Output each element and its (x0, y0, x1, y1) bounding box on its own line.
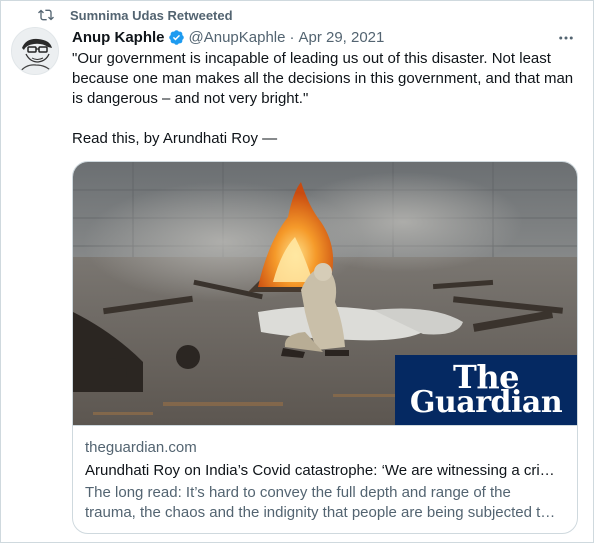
avatar-illustration (12, 28, 58, 74)
tweet-text-paragraph: Read this, by Arundhati Roy — (72, 130, 278, 147)
guardian-logo: The Guardian (395, 355, 577, 425)
avatar[interactable] (11, 27, 59, 75)
card-domain: theguardian.com (85, 439, 197, 456)
card-meta[interactable]: theguardian.com Arundhati Roy on India’s… (85, 438, 565, 523)
retweet-context[interactable]: Sumnima Udas Retweeted (38, 7, 233, 23)
separator-dot: · (289, 28, 295, 46)
tweet-date[interactable]: Apr 29, 2021 (298, 29, 384, 46)
author-handle[interactable]: @AnupKaphle (189, 29, 286, 46)
tweet-text-paragraph: "Our government is incapable of leading … (72, 50, 574, 107)
tweet-container[interactable]: Sumnima Udas Retweeted Anup Kaphle @Anup… (0, 0, 594, 543)
verified-badge-icon (168, 29, 184, 45)
card-image[interactable]: The Guardian (73, 162, 577, 426)
more-options-icon[interactable] (557, 29, 575, 47)
card-title: Arundhati Roy on India’s Covid catastrop… (85, 462, 555, 479)
retweet-icon (38, 9, 54, 21)
tweet-text: "Our government is incapable of leading … (72, 49, 582, 149)
link-preview-card[interactable]: The Guardian theguardian.com Arundhati R… (72, 161, 578, 534)
retweet-label: Sumnima Udas Retweeted (70, 7, 233, 23)
logo-line: Guardian (409, 385, 563, 420)
tweet-header: Anup Kaphle @AnupKaphle · Apr 29, 2021 (72, 27, 573, 47)
author-name[interactable]: Anup Kaphle (72, 29, 165, 46)
card-description: The long read: It’s hard to convey the f… (85, 484, 556, 521)
